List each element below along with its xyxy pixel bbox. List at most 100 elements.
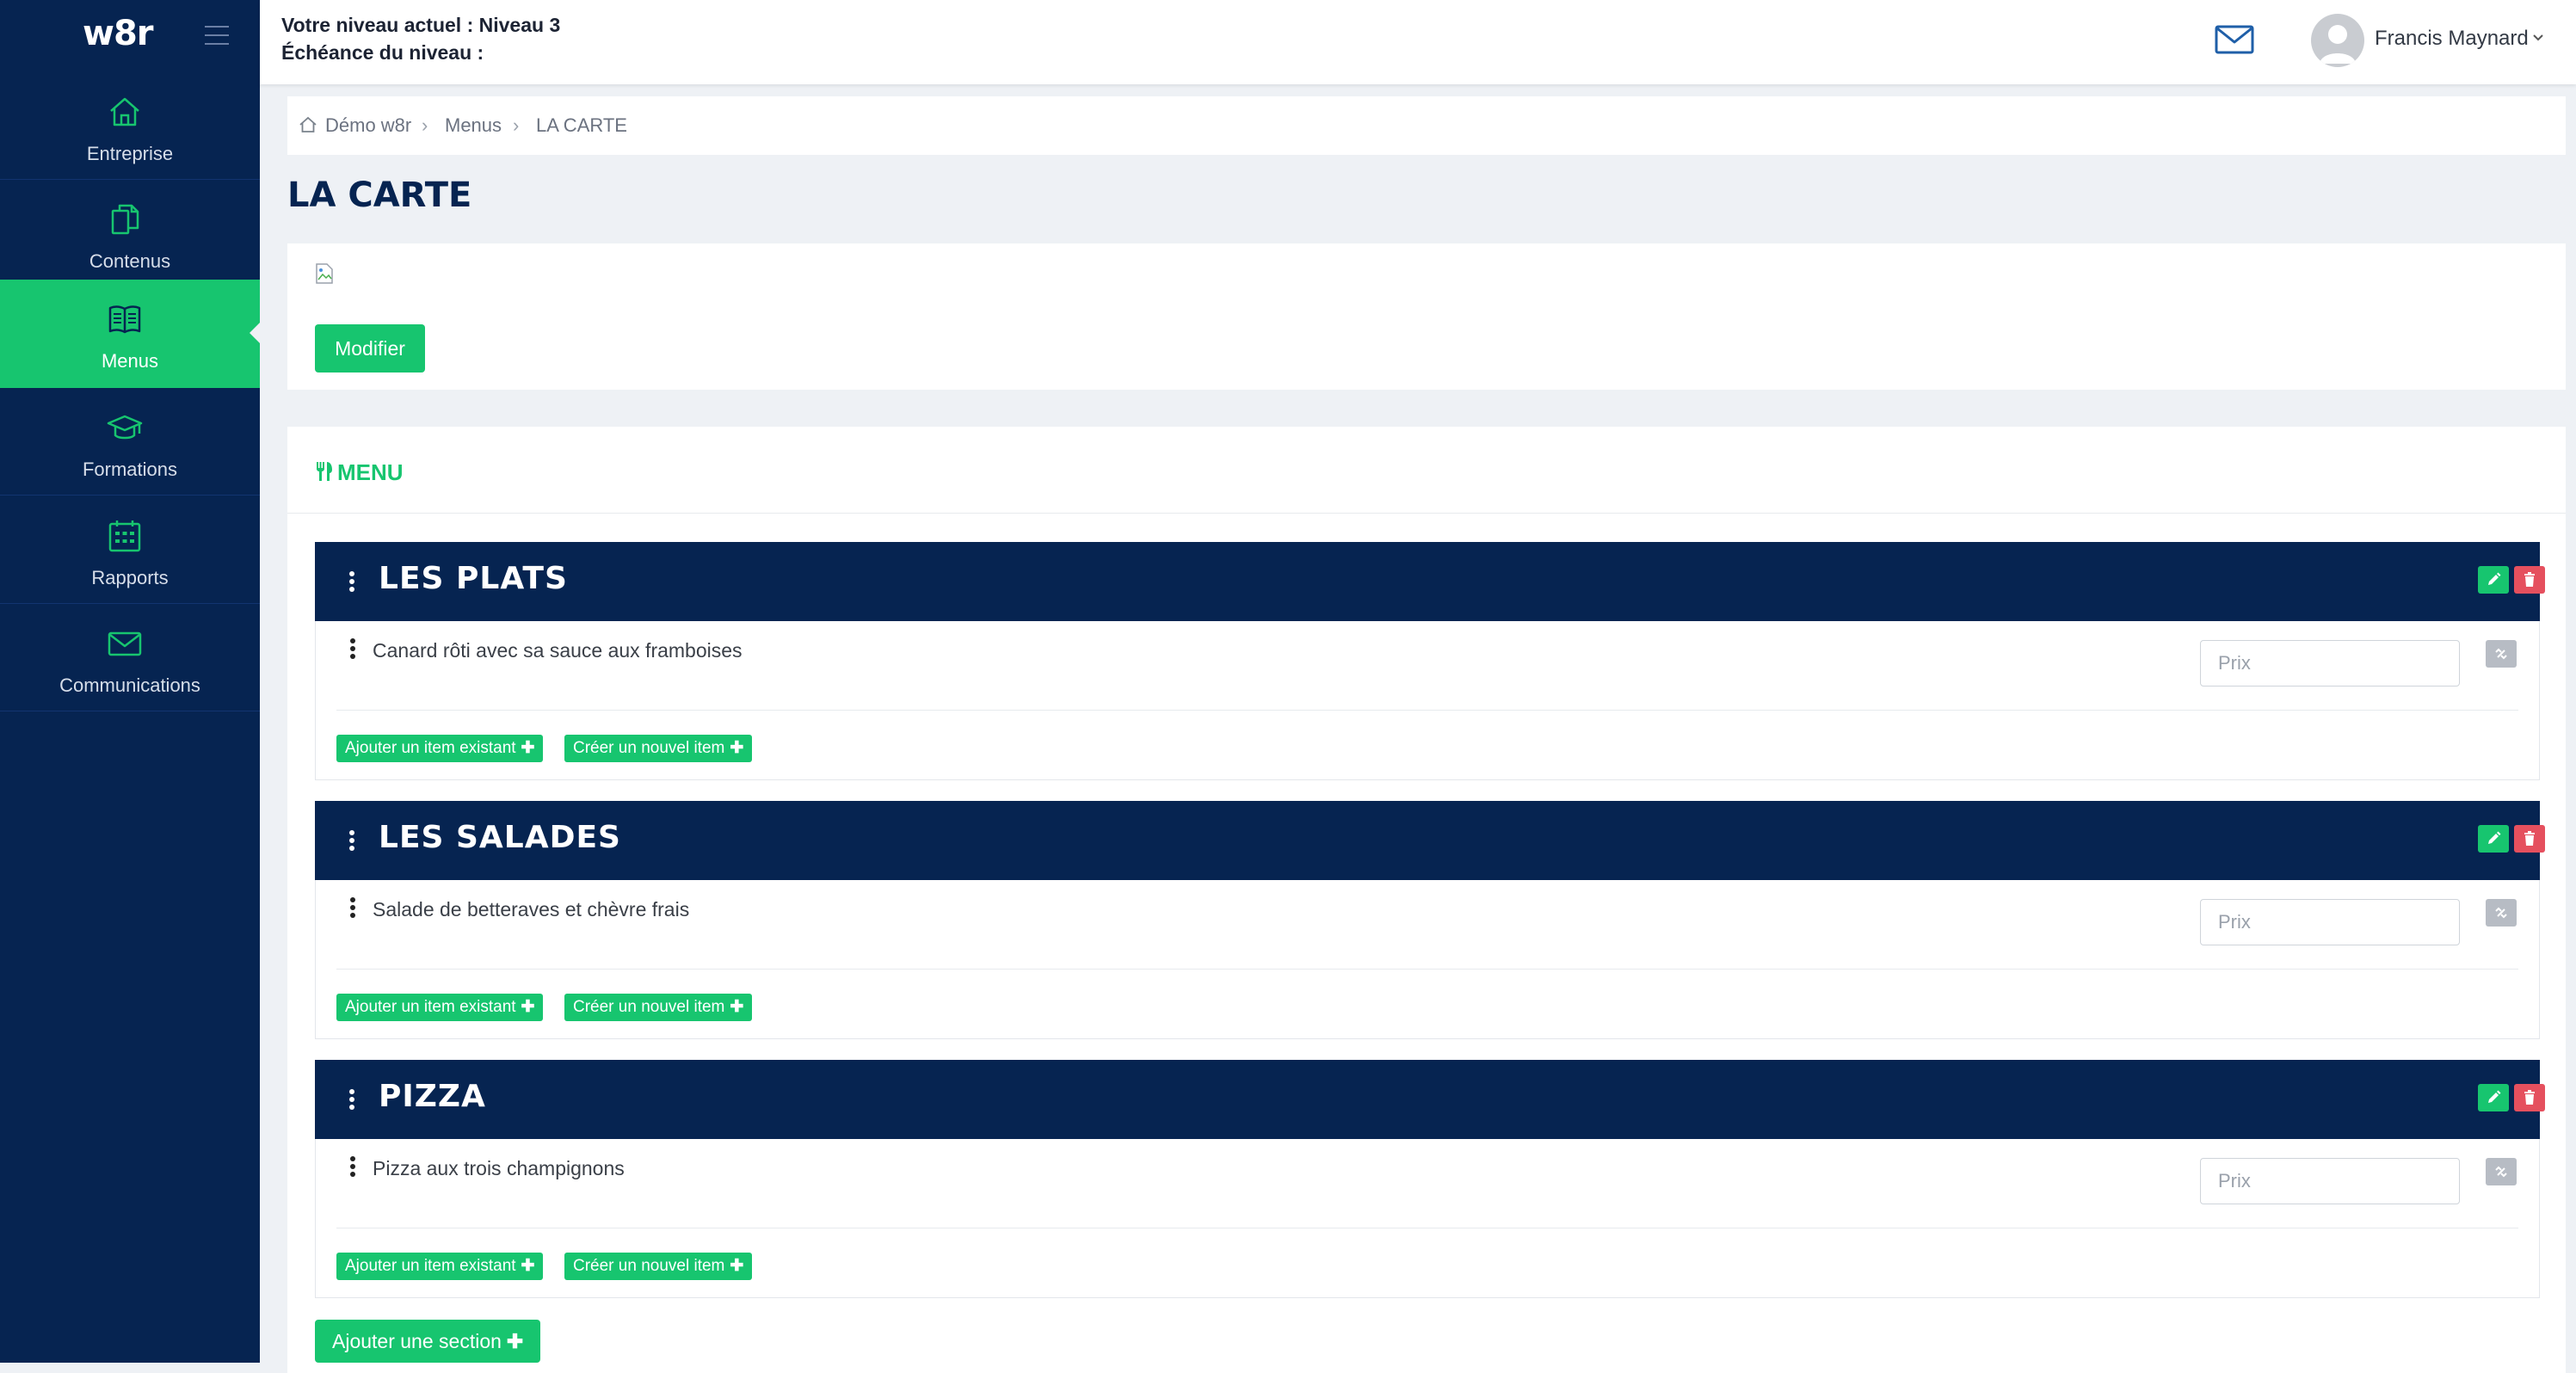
divider <box>336 969 2518 970</box>
plus-icon: ✚ <box>521 998 535 1016</box>
plus-icon: ✚ <box>730 739 744 757</box>
broken-image-icon <box>316 263 333 284</box>
button-label: Ajouter un item existant <box>345 739 516 757</box>
sidebar-item-formations[interactable]: Formations <box>0 388 260 496</box>
breadcrumb-separator: › <box>422 114 428 136</box>
button-label: Ajouter un item existant <box>345 998 516 1016</box>
price-input[interactable] <box>2200 899 2460 945</box>
app-logo[interactable]: w8r <box>83 14 154 53</box>
section-header: LES PLATS <box>315 542 2545 621</box>
add-existing-item-button[interactable]: Ajouter un item existant ✚ <box>336 1253 544 1280</box>
sidebar-item-label: Rapports <box>91 567 169 588</box>
menu-item-name: Pizza aux trois champignons <box>373 1157 625 1179</box>
sidebar: w8r Entreprise Contenus Menus Formations… <box>0 0 260 1363</box>
drag-handle-icon[interactable] <box>350 1156 357 1179</box>
unlink-item-button[interactable] <box>2486 899 2517 927</box>
button-label: Créer un nouvel item <box>573 998 725 1016</box>
create-new-item-button[interactable]: Créer un nouvel item ✚ <box>564 1253 753 1280</box>
unlink-item-button[interactable] <box>2486 1158 2517 1185</box>
edit-section-button[interactable] <box>2478 566 2509 594</box>
menu-card: MENU LES PLATS Canard rôti avec sa sauce… <box>287 427 2566 1373</box>
plus-icon: ✚ <box>521 739 535 757</box>
breadcrumb-item-current: LA CARTE <box>536 114 627 136</box>
button-label: Créer un nouvel item <box>573 1257 725 1275</box>
hamburger-menu-icon[interactable] <box>205 26 229 45</box>
menu-item-name: Salade de betteraves et chèvre frais <box>373 898 690 920</box>
graduation-cap-icon <box>107 415 143 440</box>
home-icon[interactable] <box>298 114 318 135</box>
add-section-button[interactable]: Ajouter une section ✚ <box>315 1320 541 1363</box>
section-header: PIZZA <box>315 1060 2545 1139</box>
modify-button[interactable]: Modifier <box>315 324 425 372</box>
plus-icon: ✚ <box>730 1257 744 1275</box>
calendar-icon <box>108 520 141 552</box>
drag-handle-icon[interactable] <box>349 571 356 594</box>
user-name[interactable]: Francis Maynard <box>2375 27 2529 51</box>
sidebar-item-entreprise[interactable]: Entreprise <box>0 72 260 180</box>
create-new-item-button[interactable]: Créer un nouvel item ✚ <box>564 735 753 762</box>
edit-section-button[interactable] <box>2478 1084 2509 1111</box>
unlink-icon <box>2495 648 2507 660</box>
sidebar-item-rapports[interactable]: Rapports <box>0 496 260 604</box>
button-label: Ajouter une section <box>332 1330 502 1352</box>
pencil-icon <box>2488 1090 2501 1103</box>
logo-row: w8r <box>0 0 260 72</box>
current-level-text: Votre niveau actuel : Niveau 3 <box>281 14 561 36</box>
menu-section: PIZZA Pizza aux trois champignons Ajoute… <box>315 1060 2545 1298</box>
sidebar-item-label: Communications <box>59 674 200 696</box>
plus-icon: ✚ <box>521 1257 535 1275</box>
sidebar-item-communications[interactable]: Communications <box>0 604 260 711</box>
add-existing-item-button[interactable]: Ajouter un item existant ✚ <box>336 994 544 1021</box>
price-input[interactable] <box>2200 1158 2460 1204</box>
drag-handle-icon[interactable] <box>350 897 357 920</box>
sidebar-item-contenus[interactable]: Contenus <box>0 180 260 287</box>
edit-section-button[interactable] <box>2478 825 2509 853</box>
button-label: Ajouter un item existant <box>345 1257 516 1275</box>
delete-section-button[interactable] <box>2514 825 2545 853</box>
unlink-item-button[interactable] <box>2486 640 2517 668</box>
breadcrumb-separator: › <box>513 114 520 136</box>
book-icon <box>108 305 141 334</box>
section-title: LES SALADES <box>379 820 621 855</box>
menu-item-name: Canard rôti avec sa sauce aux framboises <box>373 639 743 662</box>
plus-icon: ✚ <box>506 1330 524 1352</box>
drag-handle-icon[interactable] <box>349 1089 356 1111</box>
sidebar-item-menus[interactable]: Menus <box>0 280 260 388</box>
page-title: LA CARTE <box>287 175 472 215</box>
level-deadline-text: Échéance du niveau : <box>281 41 484 64</box>
trash-icon <box>2524 831 2535 846</box>
menu-title: MENU <box>337 459 404 485</box>
menu-image-card: Modifier <box>287 243 2566 390</box>
breadcrumb-item[interactable]: Menus <box>445 114 502 137</box>
menu-section: LES PLATS Canard rôti avec sa sauce aux … <box>315 542 2545 780</box>
menu-header: MENU <box>287 427 2566 514</box>
chevron-down-icon[interactable] <box>2531 33 2545 43</box>
breadcrumb-item[interactable]: Démo w8r <box>325 114 411 137</box>
menu-section: LES SALADES Salade de betteraves et chèv… <box>315 801 2545 1039</box>
trash-icon <box>2524 1090 2535 1105</box>
mail-icon[interactable] <box>2215 24 2254 55</box>
utensils-icon <box>317 462 332 481</box>
envelope-icon <box>108 631 142 656</box>
breadcrumb: Démo w8r › Menus › LA CARTE <box>287 96 2566 155</box>
drag-handle-icon[interactable] <box>350 638 357 661</box>
drag-handle-icon[interactable] <box>349 830 356 853</box>
create-new-item-button[interactable]: Créer un nouvel item ✚ <box>564 994 753 1021</box>
section-title: LES PLATS <box>379 561 568 596</box>
user-avatar-icon <box>2320 25 2356 64</box>
section-header: LES SALADES <box>315 801 2545 880</box>
sidebar-item-label: Formations <box>82 459 178 480</box>
delete-section-button[interactable] <box>2514 566 2545 594</box>
delete-section-button[interactable] <box>2514 1084 2545 1111</box>
divider <box>336 710 2518 711</box>
add-existing-item-button[interactable]: Ajouter un item existant ✚ <box>336 735 544 762</box>
avatar[interactable] <box>2311 14 2364 67</box>
pencil-icon <box>2488 831 2501 844</box>
sidebar-item-label: Contenus <box>89 250 171 272</box>
price-input[interactable] <box>2200 640 2460 686</box>
unlink-icon <box>2495 1166 2507 1178</box>
unlink-icon <box>2495 907 2507 919</box>
documents-icon <box>111 204 139 235</box>
plus-icon: ✚ <box>730 998 744 1016</box>
sidebar-item-label: Entreprise <box>86 143 174 164</box>
